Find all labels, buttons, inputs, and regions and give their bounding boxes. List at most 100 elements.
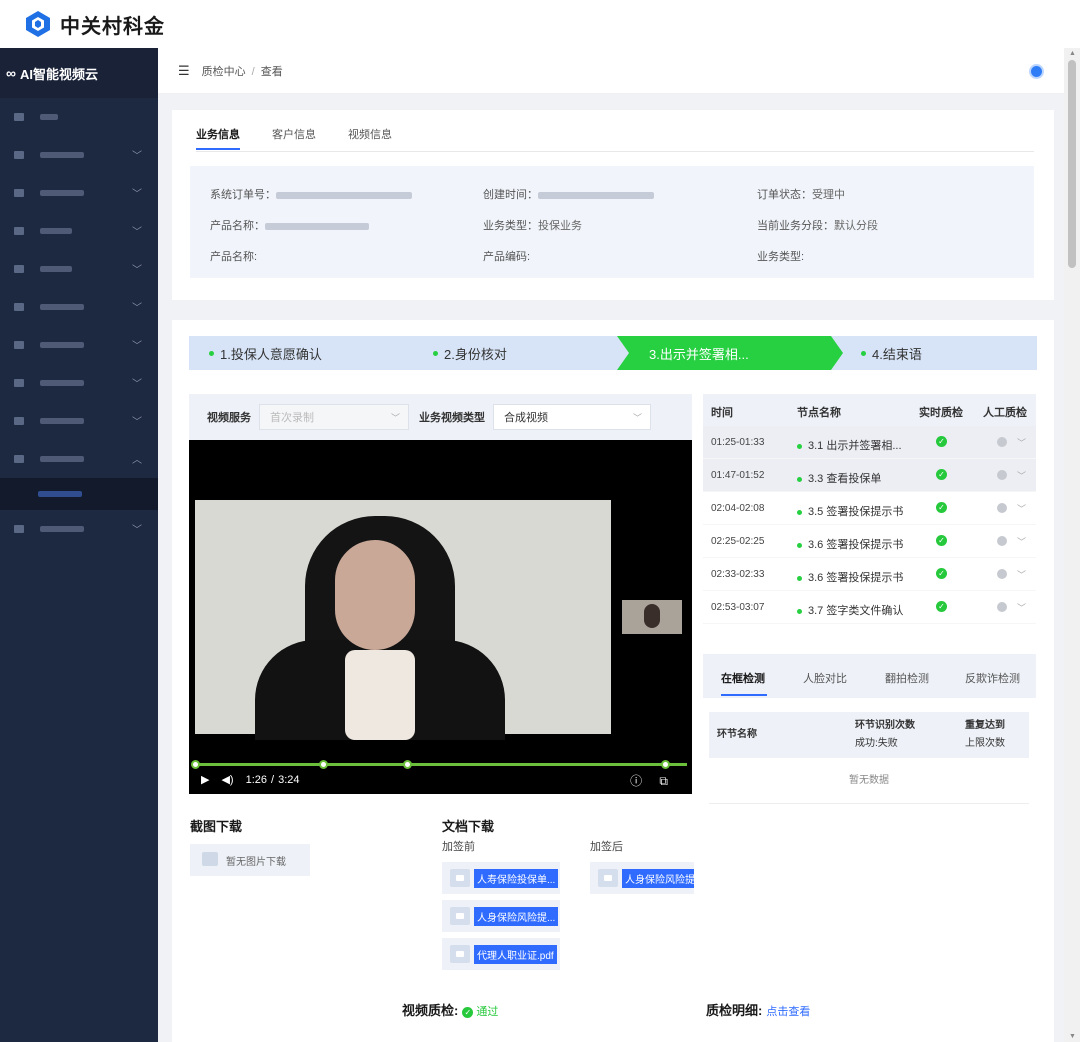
status-dot — [797, 509, 802, 515]
fullscreen-icon[interactable]: ⧉ — [659, 774, 668, 788]
redacted-value — [265, 222, 369, 230]
sidebar-item[interactable]: ﹀ — [0, 326, 158, 364]
doc-file[interactable]: 人身保险风险提... — [590, 862, 694, 894]
scroll-up-icon[interactable]: ▲ — [1069, 50, 1076, 57]
sidebar-item[interactable]: ﹀ — [0, 212, 158, 250]
docs-title: 文档下载 — [442, 819, 495, 834]
blurred-label — [40, 342, 84, 348]
person-face-blurred — [335, 540, 415, 650]
step-dot — [209, 351, 214, 356]
sidebar-subitem-active[interactable] — [0, 478, 158, 510]
video-service-label: 视频服务 — [207, 412, 251, 424]
check-icon: ✓ — [936, 469, 947, 480]
no-screenshot: 暂无图片下载 — [190, 844, 310, 876]
blurred-label — [40, 304, 84, 310]
tab-in-frame-detection[interactable]: 在框检测 — [721, 670, 765, 686]
field-product-code: 产品编码: — [483, 251, 531, 263]
volume-icon[interactable]: ◀) — [221, 773, 233, 786]
sidebar-item[interactable]: ﹀ — [0, 364, 158, 402]
timeline-row[interactable]: 02:53-03:07 3.7 签字类文件确认 ✓ ﹀ — [703, 591, 1036, 624]
pip-video[interactable] — [622, 600, 682, 634]
progress-marker[interactable] — [661, 760, 670, 769]
tab-customer-info[interactable]: 客户信息 — [272, 126, 316, 142]
scrollbar-thumb[interactable] — [1068, 60, 1076, 268]
timeline-row[interactable]: 02:04-02:08 3.5 签署投保提示书 ✓ ﹀ — [703, 492, 1036, 525]
video-player[interactable]: ▶ ◀) 1:26 / 3:24 ⓘ ⧉ — [189, 440, 692, 794]
person-collar — [345, 650, 415, 740]
file-icon — [598, 869, 618, 887]
timeline-row[interactable]: 01:25-01:33 3.1 出示并签署相... ✓ ﹀ — [703, 426, 1036, 459]
step-1[interactable]: 1.投保人意愿确认 — [189, 336, 417, 370]
brand-header: 中关村科金 — [0, 0, 1080, 48]
sidebar-item[interactable]: ﹀ — [0, 510, 158, 548]
timeline-row[interactable]: 01:47-01:52 3.3 查看投保单 ✓ ﹀ — [703, 459, 1036, 492]
sidebar-item[interactable]: ﹀ — [0, 288, 158, 326]
field-order-status: 订单状态：受理中 — [757, 189, 845, 201]
detection-tabs: 在框检测 人脸对比 翻拍检测 反欺诈检测 — [703, 654, 1036, 698]
pending-icon — [997, 602, 1007, 612]
check-icon: ✓ — [936, 601, 947, 612]
status-dot — [797, 542, 802, 548]
doc-file[interactable]: 代理人职业证.pdf — [442, 938, 560, 970]
row-node-name: 3.5 签署投保提示书 — [797, 503, 903, 519]
sidebar-app-title[interactable]: ∞ AI智能视频云 — [0, 48, 158, 98]
sidebar-item-expanded[interactable]: ︿ — [0, 440, 158, 478]
qc-detail: 质检明细: 点击查看 — [706, 1003, 811, 1018]
help-icon[interactable]: ⓘ — [630, 774, 642, 788]
menu-toggle-icon[interactable]: ☰ — [178, 63, 190, 79]
breadcrumb-root[interactable]: 质检中心 — [202, 66, 246, 78]
app-title-text: AI智能视频云 — [19, 66, 98, 82]
before-sign-label: 加签前 — [442, 841, 475, 853]
tab-face-compare[interactable]: 人脸对比 — [803, 670, 847, 686]
scroll-down-icon[interactable]: ▼ — [1069, 1033, 1076, 1040]
page-scrollbar[interactable]: ▲ ▼ — [1064, 48, 1080, 1042]
sidebar-item[interactable] — [0, 98, 158, 136]
chevron-up-icon: ︿ — [132, 455, 142, 466]
row-node-name: 3.6 签署投保提示书 — [797, 569, 903, 585]
tab-business-info[interactable]: 业务信息 — [196, 126, 240, 142]
document-download: 文档下载 加签前 加签后 人寿保险投保单... 人身保险风险提... 代理人职业… — [442, 816, 712, 996]
chevron-down-icon[interactable]: ﹀ — [1017, 568, 1026, 581]
row-node-name: 3.1 出示并签署相... — [797, 437, 902, 453]
timeline-row[interactable]: 02:25-02:25 3.6 签署投保提示书 ✓ ﹀ — [703, 525, 1036, 558]
row-node-name: 3.6 签署投保提示书 — [797, 536, 903, 552]
redacted-value — [276, 191, 412, 199]
chevron-down-icon[interactable]: ﹀ — [1017, 535, 1026, 548]
brand-logo-icon — [26, 11, 50, 37]
step-2[interactable]: 2.身份核对 — [403, 336, 631, 370]
chevron-down-icon[interactable]: ﹀ — [1017, 502, 1026, 515]
tab-recapture-detection[interactable]: 翻拍检测 — [885, 670, 929, 686]
chevron-down-icon[interactable]: ﹀ — [1017, 469, 1026, 482]
video-progress-bar[interactable] — [191, 760, 687, 769]
tab-video-info[interactable]: 视频信息 — [348, 126, 392, 142]
qc-detail-link[interactable]: 点击查看 — [766, 1006, 810, 1018]
timeline-row[interactable]: 02:33-02:33 3.6 签署投保提示书 ✓ ﹀ — [703, 558, 1036, 591]
video-type-select[interactable]: 合成视频 ﹀ — [493, 404, 651, 430]
chevron-down-icon[interactable]: ﹀ — [1017, 436, 1026, 449]
row-node-name: 3.3 查看投保单 — [797, 470, 881, 486]
progress-marker[interactable] — [319, 760, 328, 769]
step-4[interactable]: 4.结束语 — [831, 336, 1037, 370]
chevron-down-icon[interactable]: ﹀ — [1017, 601, 1026, 614]
doc-file[interactable]: 人身保险风险提... — [442, 900, 560, 932]
progress-marker[interactable] — [191, 760, 200, 769]
doc-file[interactable]: 人寿保险投保单... — [442, 862, 560, 894]
sidebar-item[interactable]: ﹀ — [0, 250, 158, 288]
status-dot — [797, 476, 802, 482]
progress-playhead[interactable] — [402, 760, 412, 769]
sidebar-item[interactable]: ﹀ — [0, 174, 158, 212]
step-3-active[interactable]: 3.出示并签署相... — [617, 336, 845, 370]
col-success-fail: 成功:失败 — [855, 738, 898, 749]
row-time: 02:04-02:08 — [711, 503, 765, 514]
play-icon[interactable]: ▶ — [201, 773, 209, 786]
menu-icon — [14, 525, 24, 533]
chevron-down-icon: ﹀ — [632, 413, 642, 423]
video-service-select[interactable]: 首次录制 ﹀ — [259, 404, 409, 430]
avatar[interactable] — [1029, 64, 1044, 79]
sidebar-item[interactable]: ﹀ — [0, 402, 158, 440]
check-icon: ✓ — [936, 502, 947, 513]
field-business-type-2: 业务类型: — [757, 251, 805, 263]
tab-anti-fraud-detection[interactable]: 反欺诈检测 — [965, 670, 1020, 686]
sidebar-item[interactable]: ﹀ — [0, 136, 158, 174]
top-bar: ☰ 质检中心 / 查看 — [158, 48, 1064, 94]
